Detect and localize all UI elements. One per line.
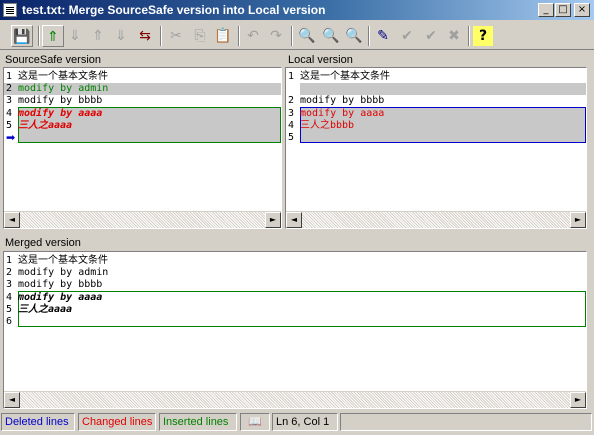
sourcesafe-label: SourceSafe version <box>5 54 101 66</box>
scroll-track[interactable] <box>302 212 570 228</box>
paste-icon[interactable]: 📋 <box>212 25 234 47</box>
list-item: 2 modify by admin <box>6 267 109 278</box>
toolbar-separator <box>38 26 40 46</box>
scroll-right-button[interactable]: ► <box>570 392 586 408</box>
undo-icon[interactable]: ↶ <box>242 25 264 47</box>
title-bar: test.txt: Merge SourceSafe version into … <box>0 0 594 20</box>
close-button[interactable]: × <box>574 3 590 17</box>
maximize-button[interactable]: □ <box>555 3 571 17</box>
scroll-right-button[interactable]: ► <box>570 212 586 228</box>
next-diff-icon[interactable]: ⇓ <box>110 25 132 47</box>
redo-icon[interactable]: ↷ <box>265 25 287 47</box>
list-item: 1 这是一个基本文条件 <box>288 71 390 82</box>
scroll-left-button[interactable]: ◄ <box>286 212 302 228</box>
toolbar-separator <box>368 26 370 46</box>
sourcesafe-pane[interactable]: 1 这是一个基本文条件 2 modify by admin 3 modify by b… <box>3 67 282 229</box>
merged-hscrollbar[interactable]: ◄ ► <box>4 391 586 408</box>
local-label: Local version <box>288 54 353 66</box>
list-item: 4 modify by aaaa <box>6 108 103 119</box>
prev-diff-icon[interactable]: ⇑ <box>87 25 109 47</box>
scroll-right-button[interactable]: ► <box>265 212 281 228</box>
help-icon[interactable]: ? <box>473 26 493 46</box>
list-item: 4 三人之bbbb <box>288 120 355 131</box>
merged-pane[interactable]: 1 这是一个基本文条件 2 modify by admin 3 modify by b… <box>3 251 587 409</box>
document-icon <box>3 3 17 17</box>
cursor-position: Ln 6, Col 1 <box>272 413 338 431</box>
toolbar-separator <box>291 26 293 46</box>
deleted-line-placeholder <box>300 83 586 95</box>
cut-icon[interactable]: ✂ <box>165 25 187 47</box>
list-item: 5 三人之aaaa <box>6 120 73 131</box>
list-item: 3 modify by bbbb <box>6 279 103 290</box>
scroll-left-button[interactable]: ◄ <box>4 212 20 228</box>
inserted-lines-legend: Inserted lines <box>159 413 237 431</box>
toolbar: 💾 ⇑ ⇓ ⇑ ⇓ ⇆ ✂ ⎘ 📋 ↶ ↷ 🔍 🔍 🔍 ✎ ✔ ✔ ✖ ? <box>0 20 594 50</box>
list-item: 1 这是一个基本文条件 <box>6 255 108 266</box>
list-item: 5 <box>288 132 295 143</box>
list-item: 2 modify by admin <box>4 83 281 95</box>
list-item: 1 这是一个基本文条件 <box>6 71 108 82</box>
local-pane[interactable]: 1 这是一个基本文条件 2 modify by bbbb 3 modify by aa… <box>285 67 587 229</box>
find-icon[interactable]: 🔍 <box>296 25 318 47</box>
scroll-left-button[interactable]: ◄ <box>4 392 20 408</box>
book-icon: 📖 <box>240 413 270 431</box>
list-item: 3 modify by bbbb <box>6 95 103 106</box>
list-item: 6 <box>6 316 13 327</box>
toolbar-separator <box>238 26 240 46</box>
first-diff-icon[interactable]: ⇑ <box>42 25 64 47</box>
toolbar-separator <box>160 26 162 46</box>
deleted-lines-legend: Deleted lines <box>1 413 75 431</box>
scroll-track[interactable] <box>20 392 570 408</box>
list-item: 3 modify by aaaa <box>288 108 385 119</box>
reject-icon[interactable]: ✖ <box>443 25 465 47</box>
list-item: 4 modify by aaaa <box>6 292 103 303</box>
accept-icon[interactable]: ✔ <box>396 25 418 47</box>
find-next-icon[interactable]: 🔍 <box>320 25 342 47</box>
find-prev-icon[interactable]: 🔍 <box>343 25 365 47</box>
minimize-button[interactable]: _ <box>538 3 554 17</box>
list-item: 5 三人之aaaa <box>6 304 73 315</box>
changed-lines-legend: Changed lines <box>78 413 156 431</box>
accept-all-icon[interactable]: ✔ <box>420 25 442 47</box>
local-hscrollbar[interactable]: ◄ ► <box>286 211 586 228</box>
apply-change-icon[interactable]: ✎ <box>372 25 394 47</box>
merged-label: Merged version <box>5 237 81 249</box>
window-title: test.txt: Merge SourceSafe version into … <box>22 3 326 17</box>
next-diff-down-icon[interactable]: ⇓ <box>64 25 86 47</box>
sourcesafe-hscrollbar[interactable]: ◄ ► <box>4 211 281 228</box>
status-bar: Deleted lines Changed lines Inserted lin… <box>0 410 594 435</box>
copy-icon[interactable]: ⎘ <box>189 25 211 47</box>
sync-icon[interactable]: ⇆ <box>134 25 156 47</box>
save-icon[interactable]: 💾 <box>11 25 33 47</box>
current-line-arrow-icon: ➡ <box>6 131 16 144</box>
scroll-track[interactable] <box>20 212 265 228</box>
status-message <box>340 413 592 431</box>
list-item: 2 modify by bbbb <box>288 95 385 106</box>
toolbar-separator <box>468 26 470 46</box>
